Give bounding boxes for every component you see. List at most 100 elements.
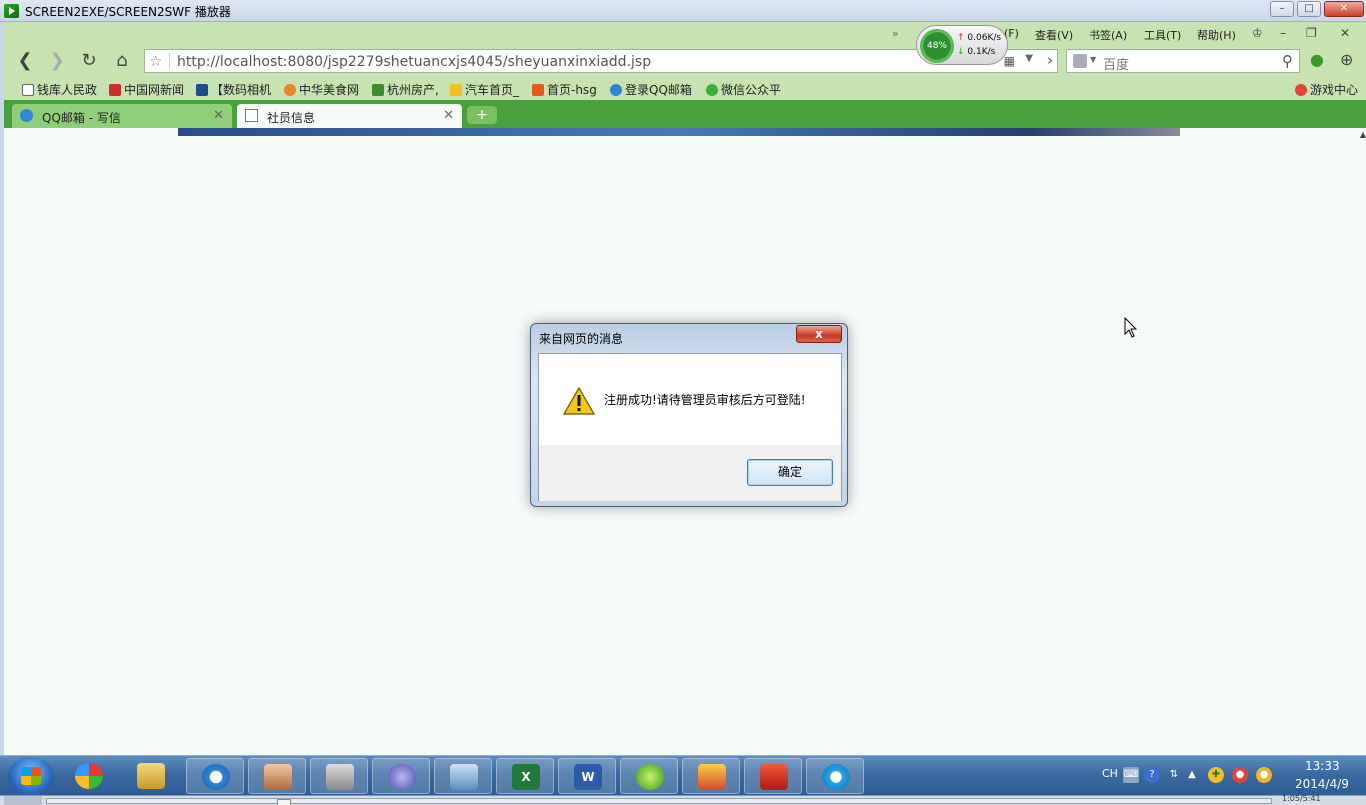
menu-view[interactable]: 查看(V) [1035, 27, 1073, 43]
excel-icon: X [512, 764, 540, 790]
bookmark-item[interactable]: 微信公众平 [706, 81, 781, 98]
menu-tools[interactable]: 工具(T) [1144, 27, 1181, 43]
show-hidden-icons[interactable]: ▲ [1184, 767, 1200, 783]
page-icon [245, 109, 258, 122]
tray-game-icon[interactable]: ● [1256, 767, 1272, 783]
scroll-up-icon[interactable]: ▲ [1360, 130, 1366, 139]
bookmark-item[interactable]: 登录QQ邮箱 [610, 81, 692, 98]
player-minimize-button[interactable]: – [1270, 1, 1294, 17]
taskbar-contacts[interactable] [248, 758, 306, 794]
address-dropdown-icon[interactable]: ▼ [1025, 53, 1033, 64]
taskbar-red-app[interactable] [744, 758, 802, 794]
network-speed-widget[interactable]: 48% ↑ 0.06K/s ↓ 0.1K/s [916, 25, 1008, 65]
player-close-button[interactable]: ✕ [1324, 1, 1364, 17]
clock-date[interactable]: 2014/4/9 [1295, 777, 1349, 791]
keyboard-icon[interactable]: ⌨ [1123, 767, 1139, 783]
cpu-usage-ring: 48% [920, 29, 954, 63]
download-speed-value: 0.1K/s [967, 47, 996, 57]
bookmark-label: 微信公众平 [721, 83, 782, 97]
taskbar-ftp[interactable] [434, 758, 492, 794]
bookmark-item[interactable]: 中国网新闻 [109, 81, 184, 98]
player-title: SCREEN2EXE/SCREEN2SWF 播放器 [25, 5, 231, 19]
dialog-title: 来自网页的消息 [539, 332, 624, 346]
taskbar-browser[interactable] [186, 758, 244, 794]
bookmark-item[interactable]: 钱库人民政 [22, 81, 97, 98]
bookmark-label: 杭州房产, [387, 83, 439, 97]
baidu-cloud-icon [822, 764, 850, 790]
taskbar-ball-app[interactable] [60, 758, 118, 794]
wechat-icon [706, 84, 718, 96]
start-button[interactable] [8, 757, 54, 795]
bookmark-label: 汽车首页_ [465, 83, 520, 97]
taskbar-baidu-cloud[interactable] [806, 758, 864, 794]
search-engine-icon[interactable] [1073, 54, 1087, 68]
upload-speed: ↑ 0.06K/s [957, 33, 1001, 43]
search-engine-dropdown-icon[interactable]: ▼ [1090, 55, 1096, 64]
new-tab-button[interactable]: + [467, 106, 497, 124]
bookmark-item[interactable]: 中华美食网 [284, 81, 359, 98]
qq-penguin-icon[interactable]: ● [1232, 767, 1248, 783]
bookmark-label: 钱库人民政 [37, 83, 98, 97]
input-language[interactable]: CH [1102, 767, 1118, 780]
ok-button[interactable]: 确定 [747, 459, 833, 486]
dialog-close-button[interactable]: x [796, 325, 842, 343]
url-text[interactable]: http://localhost:8080/jsp2279shetuancxjs… [177, 54, 651, 70]
network-icon[interactable]: ⇅ [1166, 767, 1182, 783]
chat-icon[interactable]: ● [1310, 50, 1324, 69]
menu-help[interactable]: 帮助(H) [1197, 27, 1236, 43]
progress-thumb[interactable] [277, 799, 291, 805]
playback-time: 1:05/5:41 [1282, 794, 1321, 803]
player-maximize-button[interactable]: □ [1297, 1, 1321, 17]
browser-icon [202, 764, 230, 790]
qr-code-icon[interactable]: ▦ [1004, 54, 1015, 68]
taskbar-excel[interactable]: X [496, 758, 554, 794]
system-tray: CH ⌨ ? ⇅ ▲ ✚ ● ● 13:33 2014/4/9 [1096, 756, 1366, 796]
browser-restore-button[interactable]: ❐ [1306, 26, 1317, 40]
favorite-star-icon[interactable]: ☆ [149, 52, 162, 70]
browser-minimize-button[interactable]: – [1280, 26, 1286, 40]
bookmark-item[interactable]: 汽车首页_ [450, 81, 519, 98]
taskbar-tools[interactable] [310, 758, 368, 794]
taskbar-aptana[interactable] [620, 758, 678, 794]
games-center-link[interactable]: 游戏中心 [1295, 81, 1358, 98]
help-icon[interactable]: ? [1144, 767, 1160, 783]
alert-dialog: 来自网页的消息 x 注册成功!请待管理员审核后方可登陆! 确定 [530, 323, 848, 507]
close-tab-icon[interactable]: ✕ [443, 108, 454, 123]
tab-member-info[interactable]: 社员信息 ✕ [237, 104, 462, 128]
taskbar-dreamweaver[interactable] [372, 758, 430, 794]
word-icon: W [574, 764, 602, 790]
go-icon[interactable]: › [1047, 51, 1053, 69]
bookmarks-bar: 钱库人民政 中国网新闻 【数码相机 中华美食网 杭州房产, 汽车首页_ 首页-h… [4, 76, 1366, 100]
pause-button[interactable] [4, 796, 42, 805]
browser-close-button[interactable]: ✕ [1340, 26, 1350, 40]
search-box[interactable]: ▼ 百度 ⚲ [1066, 49, 1300, 73]
home-icon[interactable]: ⌂ [111, 51, 133, 71]
back-icon[interactable]: ❮ [14, 51, 36, 71]
contacts-icon [264, 764, 292, 790]
menu-overflow[interactable]: » [892, 27, 899, 40]
taskbar-file-explorer[interactable] [122, 758, 180, 794]
games-icon [1295, 84, 1307, 96]
menu-bookmarks[interactable]: 书签(A) [1089, 27, 1127, 43]
bookmark-label: 中国网新闻 [124, 83, 185, 97]
forward-icon[interactable]: ❯ [46, 51, 68, 71]
progress-track[interactable] [46, 798, 1272, 805]
plus-app-icon[interactable]: ✚ [1208, 767, 1224, 783]
tab-strip: QQ邮箱 - 写信 ✕ 社员信息 ✕ + [4, 100, 1366, 128]
bookmark-item[interactable]: 首页-hsg [532, 81, 597, 98]
refresh-icon[interactable]: ↻ [78, 51, 100, 71]
bookmark-item[interactable]: 【数码相机 [196, 81, 271, 98]
tab-qq-mail[interactable]: QQ邮箱 - 写信 ✕ [12, 104, 232, 128]
bookmark-item[interactable]: 杭州房产, [372, 81, 439, 98]
dialog-body: 注册成功!请待管理员审核后方可登陆! 确定 [538, 353, 842, 501]
taskbar-game[interactable] [682, 758, 740, 794]
close-tab-icon[interactable]: ✕ [213, 108, 224, 123]
search-placeholder[interactable]: 百度 [1103, 54, 1129, 73]
download-icon[interactable]: ⊕ [1340, 50, 1353, 69]
search-icon[interactable]: ⚲ [1282, 52, 1293, 70]
mouse-cursor-icon [1124, 317, 1138, 338]
clock-time[interactable]: 13:33 [1305, 759, 1340, 773]
skin-icon[interactable]: ♔ [1252, 26, 1263, 40]
taskbar-word[interactable]: W [558, 758, 616, 794]
bookmark-label: 【数码相机 [211, 83, 272, 97]
